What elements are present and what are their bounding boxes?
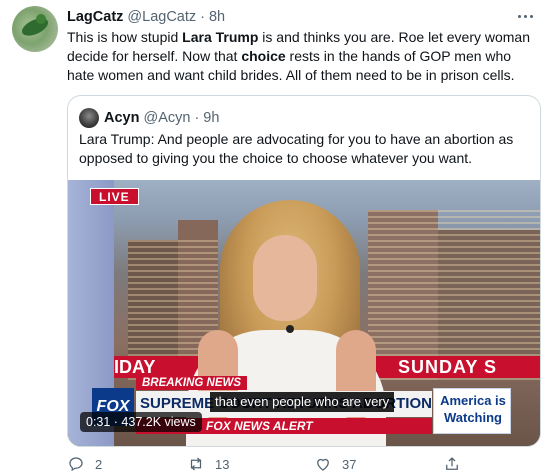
quoted-timestamp: 9h bbox=[203, 110, 220, 126]
timestamp[interactable]: 8h bbox=[209, 9, 225, 25]
banner-left: IDAY bbox=[114, 357, 156, 377]
quoted-handle: @Acyn bbox=[143, 110, 191, 126]
more-dot bbox=[517, 14, 521, 18]
reply-count: 2 bbox=[95, 456, 103, 472]
anchor-face bbox=[253, 235, 317, 321]
reply-button[interactable]: 2 bbox=[67, 455, 102, 473]
video-player[interactable]: IDAY SUNDAY S LIVE FOX BREAKING NEWS SUP… bbox=[68, 180, 540, 446]
breaking-news-label: BREAKING NEWS bbox=[136, 376, 248, 390]
tweet[interactable]: LagCatz @LagCatz · 8h This is how stupid… bbox=[0, 0, 554, 474]
quoted-header: Acyn @Acyn · 9h bbox=[104, 108, 219, 128]
video-views: 0:31 · 437.2K views bbox=[80, 412, 202, 432]
more-dot bbox=[529, 14, 533, 18]
handle[interactable]: @LagCatz bbox=[127, 9, 196, 25]
avatar[interactable] bbox=[12, 6, 58, 52]
quoted-separator: · bbox=[194, 110, 200, 126]
more-dot bbox=[523, 14, 527, 18]
banner-right: SUNDAY S bbox=[398, 357, 498, 377]
avatar-detail bbox=[36, 14, 46, 24]
lapel-mic bbox=[286, 325, 294, 333]
quoted-avatar bbox=[79, 108, 99, 128]
quoted-display-name: Acyn bbox=[104, 110, 140, 126]
separator: · bbox=[200, 9, 205, 25]
share-button[interactable] bbox=[443, 455, 461, 473]
building-windows bbox=[368, 210, 540, 380]
closed-caption: that even people who are very bbox=[210, 392, 395, 412]
action-bar: 2 13 37 bbox=[67, 452, 527, 474]
live-badge: LIVE bbox=[90, 188, 139, 205]
reply-icon bbox=[69, 457, 83, 472]
retweet-icon bbox=[190, 457, 202, 471]
retweet-button[interactable]: 13 bbox=[187, 455, 229, 473]
more-icon[interactable] bbox=[514, 10, 536, 22]
share-icon bbox=[446, 457, 458, 470]
retweet-count: 13 bbox=[215, 456, 230, 472]
text-bold: choice bbox=[241, 48, 286, 64]
text-part: This is how stupid bbox=[67, 29, 183, 45]
alert-label: FOX NEWS ALERT bbox=[206, 419, 313, 433]
quoted-tweet[interactable]: Acyn @Acyn · 9h Lara Trump: And people a… bbox=[67, 95, 541, 447]
display-name[interactable]: LagCatz bbox=[67, 9, 123, 25]
show-title: America is Watching bbox=[440, 393, 506, 425]
tweet-header: LagCatz @LagCatz · 8h bbox=[67, 8, 225, 26]
like-icon bbox=[317, 458, 329, 471]
like-count: 37 bbox=[342, 456, 357, 472]
text-bold: Lara Trump bbox=[182, 29, 259, 45]
tweet-text: This is how stupid Lara Trump is and thi… bbox=[67, 28, 537, 85]
like-button[interactable]: 37 bbox=[314, 455, 356, 473]
quoted-text: Lara Trump: And people are advocating fo… bbox=[79, 131, 514, 166]
